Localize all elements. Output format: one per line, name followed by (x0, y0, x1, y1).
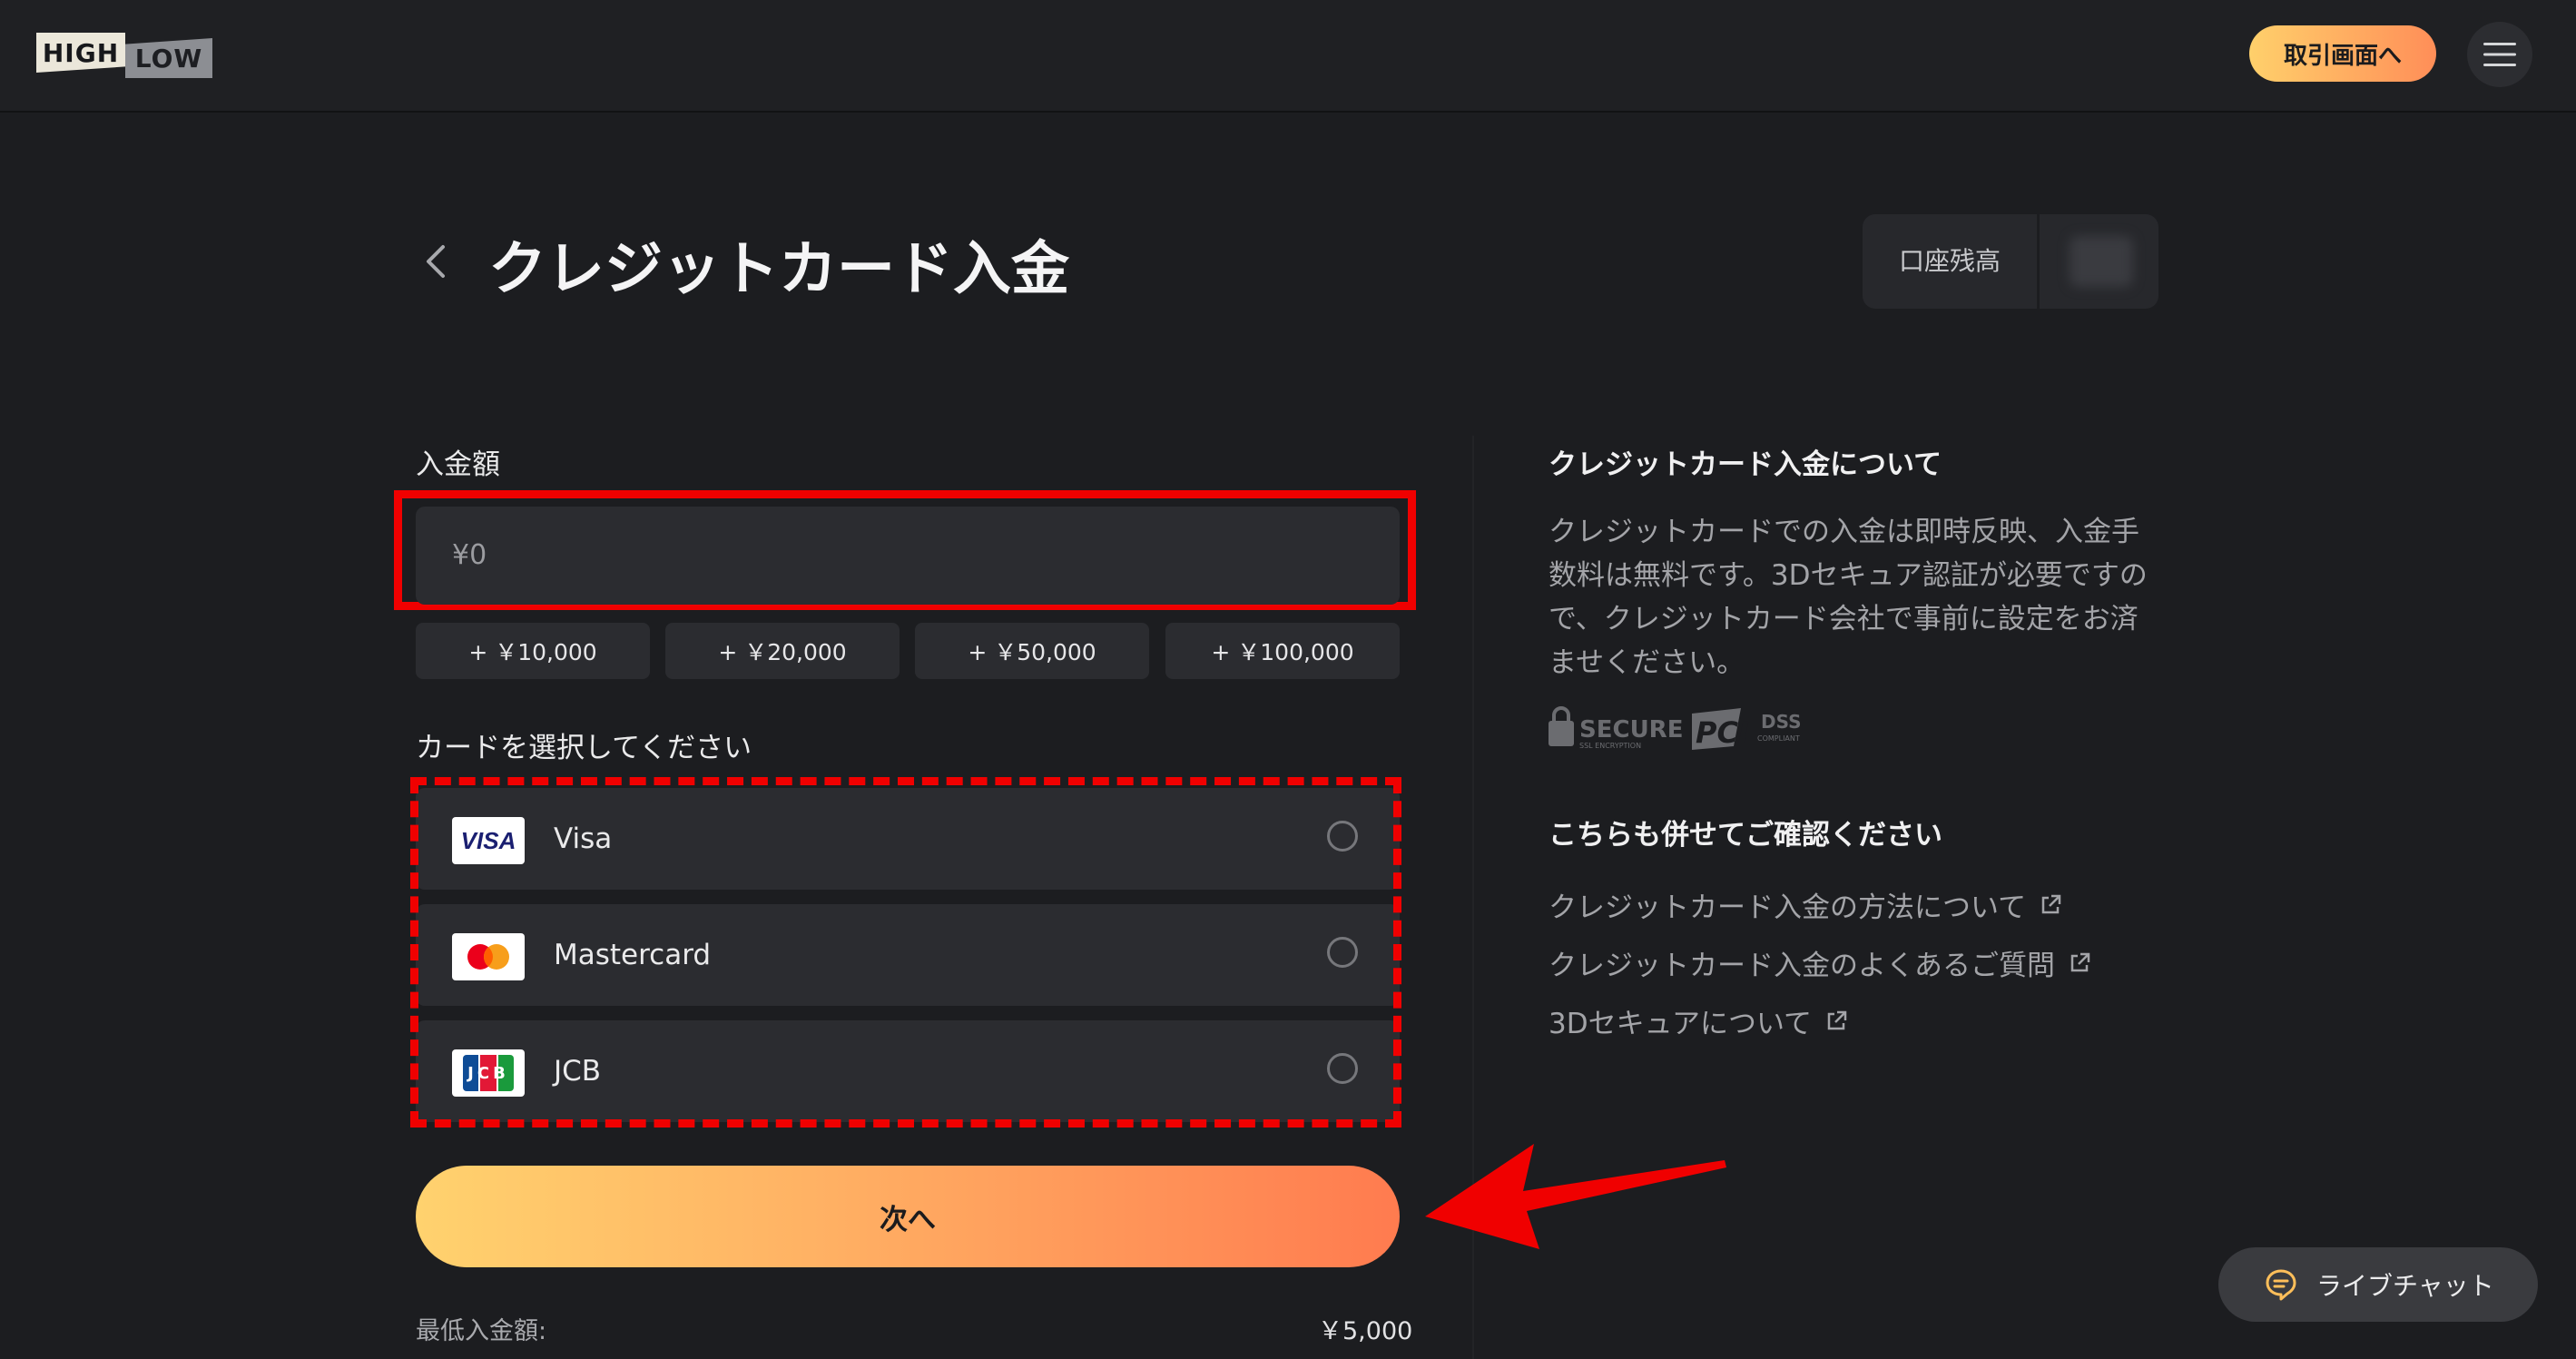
account-balance: 口座残高 (1863, 214, 2158, 309)
card-highlight-frame (410, 777, 1401, 1128)
link-text: 3Dセキュアについて (1549, 1008, 1813, 1040)
svg-text:PCI: PCI (1696, 715, 1749, 750)
link-text: クレジットカード入金の方法について (1549, 891, 2027, 924)
quick-amount-10000[interactable]: + ￥10,000 (416, 623, 650, 679)
info-title: クレジットカード入金について (1549, 448, 1942, 481)
page-title: クレジットカード入金 (488, 236, 1069, 303)
top-header: HIGH LOW 取引画面へ (0, 0, 2576, 113)
logo-high: HIGH (36, 33, 125, 73)
link-deposit-faq[interactable]: クレジットカード入金のよくあるご質問 (1549, 942, 2091, 983)
external-link-icon (1827, 1010, 1847, 1029)
annotation-arrow-icon (1425, 1144, 1726, 1249)
more-info-title: こちらも併せてご確認ください (1549, 819, 1942, 852)
svg-text:COMPLIANT: COMPLIANT (1757, 734, 1800, 743)
quick-amount-20000[interactable]: + ￥20,000 (665, 623, 900, 679)
next-button[interactable]: 次へ (416, 1166, 1400, 1267)
quick-amount-100000[interactable]: + ￥100,000 (1165, 623, 1400, 679)
balance-divider (2037, 214, 2040, 309)
balance-label: 口座残高 (1899, 246, 2001, 276)
menu-button[interactable] (2467, 22, 2532, 87)
min-deposit-label: 最低入金額: (416, 1317, 547, 1345)
external-link-icon (2041, 894, 2061, 913)
balance-value-blurred (2070, 236, 2133, 287)
security-badges: SECURE SSL ENCRYPTION PCI DSS COMPLIANT (1547, 704, 1819, 752)
secure-ssl-badge: SECURE SSL ENCRYPTION PCI DSS COMPLIANT (1549, 706, 1802, 750)
info-body: クレジットカードでの入金は即時反映、入金手数料は無料です。3Dセキュア認証が必要… (1549, 516, 2148, 679)
amount-label: 入金額 (416, 448, 500, 481)
link-3d-secure[interactable]: 3Dセキュアについて (1549, 1000, 1848, 1041)
external-link-icon (2070, 952, 2090, 971)
live-chat-label: ライブチャット (2316, 1271, 2494, 1301)
svg-text:SECURE: SECURE (1579, 716, 1683, 744)
chevron-left-icon[interactable] (423, 241, 448, 281)
live-chat-button[interactable]: ライブチャット (2218, 1247, 2538, 1322)
card-select-label: カードを選択してください (416, 732, 752, 764)
trade-screen-button[interactable]: 取引画面へ (2249, 25, 2436, 82)
link-text: クレジットカード入金のよくあるご質問 (1549, 950, 2055, 982)
svg-text:SSL ENCRYPTION: SSL ENCRYPTION (1579, 742, 1641, 750)
amount-input[interactable]: ¥0 (416, 507, 1400, 605)
quick-amount-50000[interactable]: + ￥50,000 (915, 623, 1149, 679)
min-deposit-value: ￥5,000 (1318, 1317, 1413, 1345)
logo-low: LOW (125, 38, 212, 78)
chat-bubble-icon (2266, 1269, 2296, 1301)
hamburger-menu-icon (2483, 43, 2516, 66)
svg-text:DSS: DSS (1761, 711, 1802, 733)
link-how-to-deposit[interactable]: クレジットカード入金の方法について (1549, 884, 2062, 925)
